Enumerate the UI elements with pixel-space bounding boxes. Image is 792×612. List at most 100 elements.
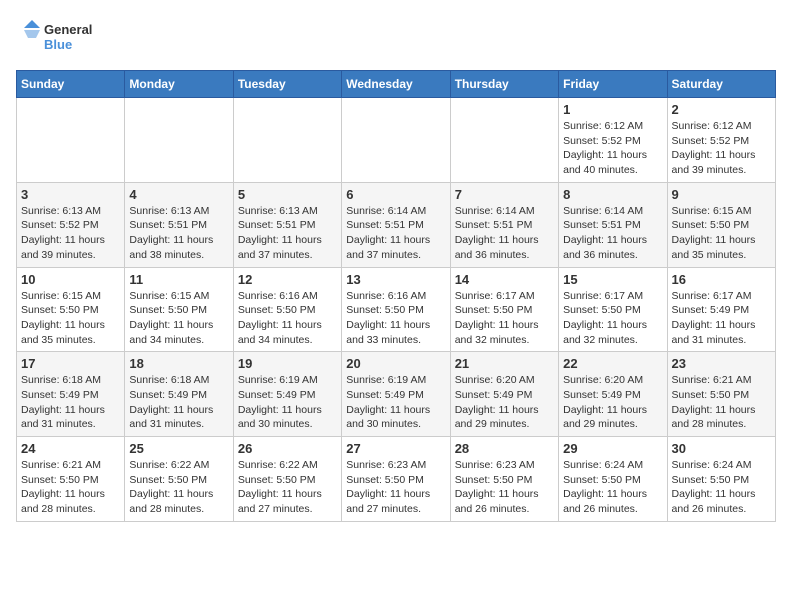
calendar-cell: 25 Sunrise: 6:22 AM Sunset: 5:50 PM Dayli… <box>125 437 233 522</box>
day-number: 12 <box>238 272 337 287</box>
day-info: Sunrise: 6:13 AM Sunset: 5:51 PM Dayligh… <box>129 204 228 263</box>
day-info: Sunrise: 6:23 AM Sunset: 5:50 PM Dayligh… <box>455 458 554 517</box>
calendar-week-row: 1Sunrise: 6:12 AM Sunset: 5:52 PM Daylig… <box>17 98 776 183</box>
day-number: 23 <box>672 356 771 371</box>
calendar-header: SundayMondayTuesdayWednesdayThursdayFrid… <box>17 71 776 98</box>
day-info: Sunrise: 6:19 AM Sunset: 5:49 PM Dayligh… <box>346 373 445 432</box>
calendar-week-row: 10 Sunrise: 6:15 AM Sunset: 5:50 PM Dayli… <box>17 267 776 352</box>
day-number: 17 <box>21 356 120 371</box>
day-info: Sunrise: 6:24 AM Sunset: 5:50 PM Dayligh… <box>563 458 662 517</box>
day-number: 2 <box>672 102 771 117</box>
day-info: Sunrise: 6:22 AM Sunset: 5:50 PM Dayligh… <box>129 458 228 517</box>
day-info: Sunrise: 6:20 AM Sunset: 5:49 PM Dayligh… <box>455 373 554 432</box>
calendar-week-row: 24 Sunrise: 6:21 AM Sunset: 5:50 PM Dayli… <box>17 437 776 522</box>
day-number: 30 <box>672 441 771 456</box>
day-number: 24 <box>21 441 120 456</box>
day-number: 29 <box>563 441 662 456</box>
calendar-cell: 24 Sunrise: 6:21 AM Sunset: 5:50 PM Dayli… <box>17 437 125 522</box>
day-info: Sunrise: 6:24 AM Sunset: 5:50 PM Dayligh… <box>672 458 771 517</box>
day-info: Sunrise: 6:13 AM Sunset: 5:51 PM Dayligh… <box>238 204 337 263</box>
calendar-cell: 18 Sunrise: 6:18 AM Sunset: 5:49 PM Dayli… <box>125 352 233 437</box>
day-info: Sunrise: 6:19 AM Sunset: 5:49 PM Dayligh… <box>238 373 337 432</box>
calendar-cell: 1Sunrise: 6:12 AM Sunset: 5:52 PM Daylig… <box>559 98 667 183</box>
calendar-cell: 17 Sunrise: 6:18 AM Sunset: 5:49 PM Dayli… <box>17 352 125 437</box>
calendar-cell: 4 Sunrise: 6:13 AM Sunset: 5:51 PM Daylig… <box>125 182 233 267</box>
day-number: 18 <box>129 356 228 371</box>
calendar-cell: 11Sunrise: 6:15 AM Sunset: 5:50 PM Dayli… <box>125 267 233 352</box>
day-info: Sunrise: 6:20 AM Sunset: 5:49 PM Dayligh… <box>563 373 662 432</box>
calendar-cell: 12 Sunrise: 6:16 AM Sunset: 5:50 PM Dayli… <box>233 267 341 352</box>
logo-svg: General Blue <box>16 16 116 58</box>
day-number: 20 <box>346 356 445 371</box>
calendar-cell: 16 Sunrise: 6:17 AM Sunset: 5:49 PM Dayli… <box>667 267 775 352</box>
day-number: 16 <box>672 272 771 287</box>
weekday-header: Saturday <box>667 71 775 98</box>
day-info: Sunrise: 6:18 AM Sunset: 5:49 PM Dayligh… <box>21 373 120 432</box>
day-number: 25 <box>129 441 228 456</box>
day-info: Sunrise: 6:14 AM Sunset: 5:51 PM Dayligh… <box>346 204 445 263</box>
day-number: 5 <box>238 187 337 202</box>
calendar-week-row: 17 Sunrise: 6:18 AM Sunset: 5:49 PM Dayli… <box>17 352 776 437</box>
calendar-cell: 30 Sunrise: 6:24 AM Sunset: 5:50 PM Dayli… <box>667 437 775 522</box>
day-info: Sunrise: 6:22 AM Sunset: 5:50 PM Dayligh… <box>238 458 337 517</box>
day-info: Sunrise: 6:18 AM Sunset: 5:49 PM Dayligh… <box>129 373 228 432</box>
day-number: 22 <box>563 356 662 371</box>
day-number: 28 <box>455 441 554 456</box>
day-info: Sunrise: 6:15 AM Sunset: 5:50 PM Dayligh… <box>129 289 228 348</box>
calendar-cell <box>125 98 233 183</box>
page-header: General Blue <box>16 16 776 58</box>
calendar-cell <box>342 98 450 183</box>
day-number: 9 <box>672 187 771 202</box>
calendar-cell: 6 Sunrise: 6:14 AM Sunset: 5:51 PM Daylig… <box>342 182 450 267</box>
day-info: Sunrise: 6:14 AM Sunset: 5:51 PM Dayligh… <box>563 204 662 263</box>
day-number: 14 <box>455 272 554 287</box>
day-number: 10 <box>21 272 120 287</box>
calendar-cell: 8 Sunrise: 6:14 AM Sunset: 5:51 PM Daylig… <box>559 182 667 267</box>
day-info: Sunrise: 6:17 AM Sunset: 5:49 PM Dayligh… <box>672 289 771 348</box>
day-number: 26 <box>238 441 337 456</box>
day-number: 21 <box>455 356 554 371</box>
calendar-cell: 7Sunrise: 6:14 AM Sunset: 5:51 PM Daylig… <box>450 182 558 267</box>
calendar-cell: 27 Sunrise: 6:23 AM Sunset: 5:50 PM Dayli… <box>342 437 450 522</box>
day-info: Sunrise: 6:23 AM Sunset: 5:50 PM Dayligh… <box>346 458 445 517</box>
calendar-cell: 23 Sunrise: 6:21 AM Sunset: 5:50 PM Dayli… <box>667 352 775 437</box>
calendar-cell: 22 Sunrise: 6:20 AM Sunset: 5:49 PM Dayli… <box>559 352 667 437</box>
day-info: Sunrise: 6:21 AM Sunset: 5:50 PM Dayligh… <box>21 458 120 517</box>
weekday-header: Thursday <box>450 71 558 98</box>
weekday-row: SundayMondayTuesdayWednesdayThursdayFrid… <box>17 71 776 98</box>
svg-text:Blue: Blue <box>44 37 72 52</box>
day-info: Sunrise: 6:21 AM Sunset: 5:50 PM Dayligh… <box>672 373 771 432</box>
calendar-cell: 15 Sunrise: 6:17 AM Sunset: 5:50 PM Dayli… <box>559 267 667 352</box>
day-number: 15 <box>563 272 662 287</box>
calendar-cell <box>233 98 341 183</box>
calendar-cell: 2 Sunrise: 6:12 AM Sunset: 5:52 PM Daylig… <box>667 98 775 183</box>
calendar-cell: 28 Sunrise: 6:23 AM Sunset: 5:50 PM Dayli… <box>450 437 558 522</box>
calendar-cell: 10 Sunrise: 6:15 AM Sunset: 5:50 PM Dayli… <box>17 267 125 352</box>
day-info: Sunrise: 6:17 AM Sunset: 5:50 PM Dayligh… <box>455 289 554 348</box>
weekday-header: Sunday <box>17 71 125 98</box>
day-info: Sunrise: 6:13 AM Sunset: 5:52 PM Dayligh… <box>21 204 120 263</box>
day-number: 19 <box>238 356 337 371</box>
day-info: Sunrise: 6:14 AM Sunset: 5:51 PM Dayligh… <box>455 204 554 263</box>
day-number: 8 <box>563 187 662 202</box>
day-number: 3 <box>21 187 120 202</box>
calendar-cell: 29 Sunrise: 6:24 AM Sunset: 5:50 PM Dayli… <box>559 437 667 522</box>
day-info: Sunrise: 6:16 AM Sunset: 5:50 PM Dayligh… <box>346 289 445 348</box>
weekday-header: Wednesday <box>342 71 450 98</box>
day-info: Sunrise: 6:16 AM Sunset: 5:50 PM Dayligh… <box>238 289 337 348</box>
day-info: Sunrise: 6:12 AM Sunset: 5:52 PM Dayligh… <box>672 119 771 178</box>
weekday-header: Monday <box>125 71 233 98</box>
calendar: SundayMondayTuesdayWednesdayThursdayFrid… <box>16 70 776 522</box>
day-number: 4 <box>129 187 228 202</box>
calendar-cell: 13Sunrise: 6:16 AM Sunset: 5:50 PM Dayli… <box>342 267 450 352</box>
calendar-cell <box>450 98 558 183</box>
day-info: Sunrise: 6:15 AM Sunset: 5:50 PM Dayligh… <box>21 289 120 348</box>
day-number: 27 <box>346 441 445 456</box>
day-info: Sunrise: 6:17 AM Sunset: 5:50 PM Dayligh… <box>563 289 662 348</box>
weekday-header: Friday <box>559 71 667 98</box>
calendar-cell: 21 Sunrise: 6:20 AM Sunset: 5:49 PM Dayli… <box>450 352 558 437</box>
calendar-week-row: 3 Sunrise: 6:13 AM Sunset: 5:52 PM Daylig… <box>17 182 776 267</box>
calendar-body: 1Sunrise: 6:12 AM Sunset: 5:52 PM Daylig… <box>17 98 776 522</box>
calendar-cell: 19 Sunrise: 6:19 AM Sunset: 5:49 PM Dayli… <box>233 352 341 437</box>
day-number: 6 <box>346 187 445 202</box>
